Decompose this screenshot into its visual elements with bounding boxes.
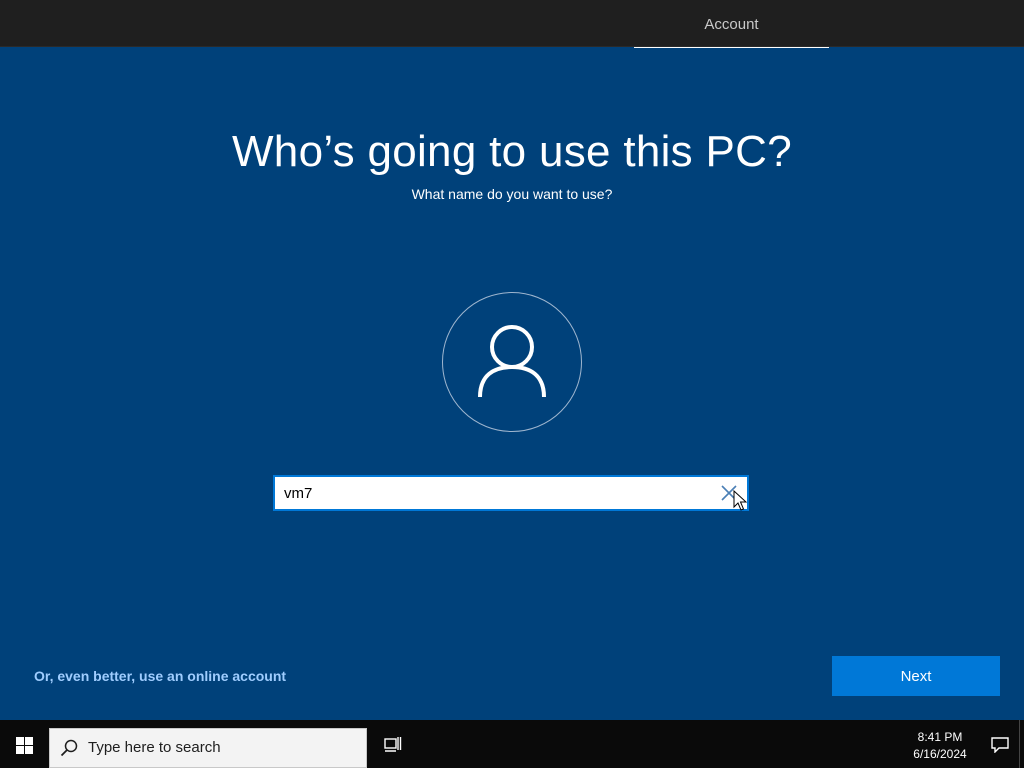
oobe-top-bar: Account <box>0 0 1024 48</box>
windows-logo-icon <box>16 737 33 754</box>
online-account-link[interactable]: Or, even better, use an online account <box>34 668 286 684</box>
mouse-cursor-icon <box>733 490 747 511</box>
oobe-main-panel: Who’s going to use this PC? What name do… <box>0 48 1024 720</box>
system-clock[interactable]: 8:41 PM 6/16/2024 <box>900 729 980 763</box>
clock-date: 6/16/2024 <box>913 747 967 761</box>
top-bar-divider <box>0 46 1024 47</box>
user-icon <box>478 325 546 398</box>
action-center-button[interactable] <box>980 720 1020 768</box>
page-title: Who’s going to use this PC? <box>231 127 793 176</box>
show-desktop-button[interactable] <box>1019 720 1020 768</box>
search-placeholder: Type here to search <box>88 739 221 756</box>
taskbar-search-box[interactable]: Type here to search <box>49 728 367 768</box>
tab-account: Account <box>634 0 829 48</box>
notification-icon <box>991 737 1009 753</box>
clock-time: 8:41 PM <box>917 730 963 744</box>
avatar <box>442 292 582 432</box>
task-view-button[interactable] <box>372 720 412 768</box>
start-button[interactable] <box>0 720 48 768</box>
taskbar: Type here to search 8:41 PM 6/16/2024 <box>0 720 1024 768</box>
search-icon <box>60 739 78 757</box>
name-input[interactable] <box>275 477 715 509</box>
task-view-icon <box>384 737 402 752</box>
page-subtitle: What name do you want to use? <box>411 186 613 202</box>
name-field-container <box>273 475 749 511</box>
next-button[interactable]: Next <box>832 656 1000 696</box>
